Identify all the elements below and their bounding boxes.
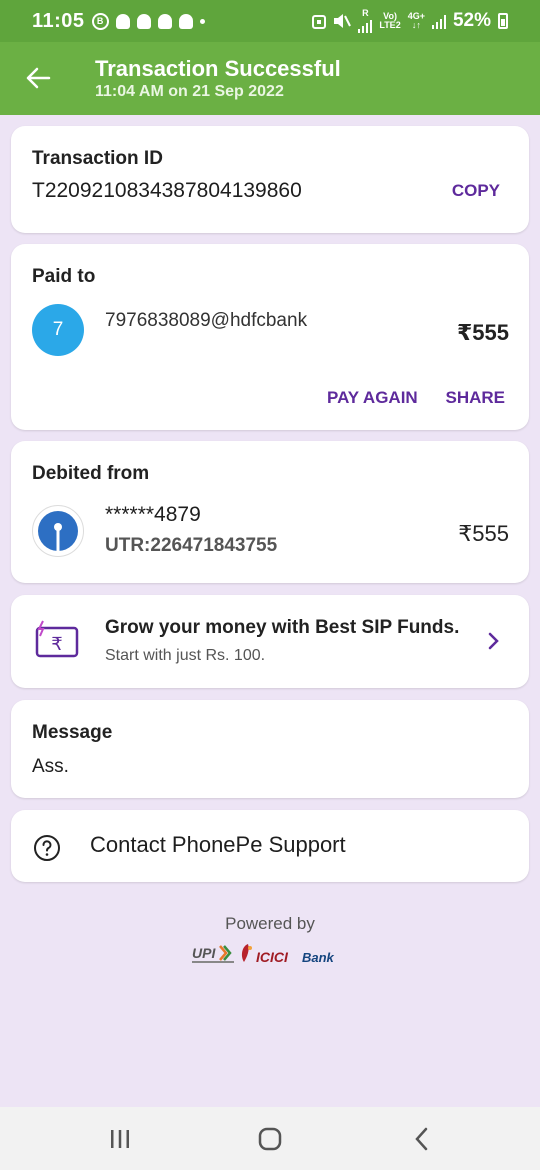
debited-amount: ₹555 (458, 521, 509, 546)
promo-title: Grow your money with Best SIP Funds. (105, 617, 460, 638)
debited-from-card: Debited from ******4879 UTR:226471843755… (11, 441, 529, 583)
battery-icon (498, 13, 508, 29)
paid-amount: ₹555 (456, 320, 509, 345)
more-notifications-icon (199, 18, 205, 24)
transaction-datetime: 11:04 AM on 21 Sep 2022 (95, 83, 284, 100)
snapchat-icon (157, 13, 172, 29)
svg-text:Bank: Bank (302, 950, 335, 965)
rupee-wallet-icon: ₹ (35, 620, 79, 658)
snapchat-icon (115, 13, 130, 29)
signal-sim2-icon (431, 14, 446, 29)
transaction-id-label: Transaction ID (32, 148, 163, 169)
pay-again-button[interactable]: PAY AGAIN (327, 388, 418, 408)
page-title: Transaction Successful (95, 56, 341, 81)
copy-button[interactable]: COPY (452, 181, 500, 201)
snapchat-icon (178, 13, 193, 29)
transaction-id-value: T2209210834387804139860 (32, 179, 302, 202)
snapchat-icon (136, 13, 151, 29)
network-type-icon: 4G+ ↓↑ (407, 11, 425, 30)
debited-from-label: Debited from (32, 463, 150, 484)
bank-logo (32, 505, 84, 557)
transaction-id-card: Transaction ID T2209210834387804139860 C… (11, 126, 529, 233)
arrow-left-icon[interactable] (24, 64, 52, 92)
upi-icici-logo: UPI ICICI Bank (192, 944, 335, 965)
mute-icon (334, 14, 352, 28)
system-nav-bar (0, 1107, 540, 1170)
volte-icon: Vo) LTE2 (379, 11, 401, 30)
status-time: 11:05 (32, 9, 85, 32)
avatar: 7 (32, 304, 84, 356)
svg-text:ICICI: ICICI (256, 949, 289, 965)
account-number: ******4879 (105, 503, 201, 526)
message-text: Ass. (32, 756, 69, 777)
powered-by-label: Powered by (225, 914, 315, 933)
paid-to-label: Paid to (32, 266, 96, 287)
message-card: Message Ass. (11, 700, 529, 798)
message-label: Message (32, 722, 113, 743)
battery-percent: 52% (452, 10, 491, 31)
contact-support-button[interactable]: Contact PhonePe Support (11, 810, 529, 882)
home-icon[interactable] (256, 1125, 284, 1153)
signal-sim1-icon: R (358, 9, 373, 33)
sip-promo-card[interactable]: ₹ Grow your money with Best SIP Funds. S… (11, 595, 529, 688)
support-label: Contact PhonePe Support (90, 832, 346, 857)
status-bar: 11:05 B R Vo) LTE2 4G+ ↓↑ 52% (0, 0, 540, 42)
b-badge-icon: B (91, 12, 109, 30)
utr-number: UTR:226471843755 (105, 535, 278, 556)
promo-subtitle: Start with just Rs. 100. (105, 647, 266, 664)
recent-apps-icon[interactable] (106, 1125, 134, 1153)
payee-upi-id: 7976838089@hdfcbank (105, 310, 308, 331)
share-button[interactable]: SHARE (445, 388, 505, 408)
chevron-right-icon[interactable] (487, 631, 501, 651)
sbi-logo-icon (38, 511, 78, 551)
alarm-icon (312, 15, 327, 29)
paid-to-card: Paid to 7 7976838089@hdfcbank ₹555 PAY A… (11, 244, 529, 430)
help-circle-icon (34, 835, 60, 861)
app-bar: Transaction Successful 11:04 AM on 21 Se… (0, 42, 540, 115)
back-icon[interactable] (408, 1125, 436, 1153)
svg-text:UPI: UPI (192, 945, 216, 961)
svg-text:₹: ₹ (51, 634, 62, 655)
